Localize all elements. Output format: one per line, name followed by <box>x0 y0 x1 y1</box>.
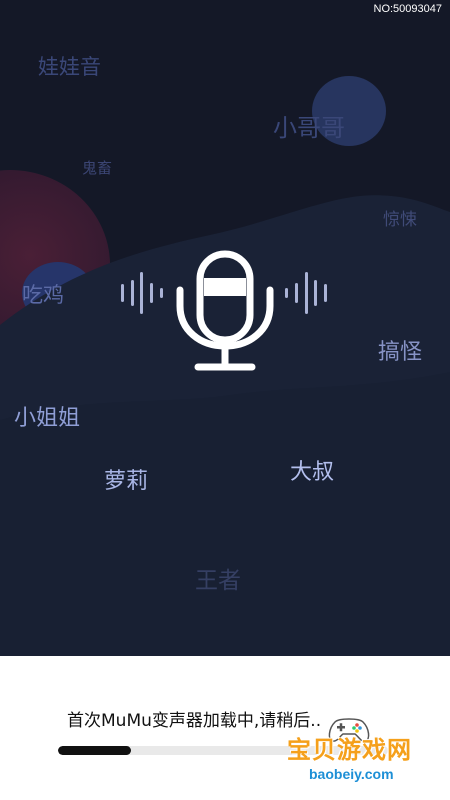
splash-background: NO:50093047 娃娃音 小哥哥 鬼畜 惊悚 吃鸡 搞怪 小姐姐 萝莉 大… <box>0 0 450 656</box>
voice-tag-funny: 搞怪 <box>378 340 423 365</box>
voice-tag-sister: 小姐姐 <box>14 406 81 431</box>
watermark-title: 宝贝游戏网 <box>287 736 412 764</box>
voice-tag-bro: 小哥哥 <box>273 114 345 142</box>
site-watermark: 宝贝游戏网 baobeiy.com <box>275 718 445 794</box>
voice-tag-baby: 娃娃音 <box>38 55 101 79</box>
voice-tag-chicken: 吃鸡 <box>22 283 64 307</box>
device-number-label: NO:50093047 <box>373 3 443 15</box>
sound-wave-left-icon <box>121 272 163 314</box>
voice-tag-ghost: 鬼畜 <box>82 159 113 177</box>
voice-tag-king: 王者 <box>195 568 241 594</box>
microphone-icon <box>118 248 332 372</box>
loading-panel: 首次MuMu变声器加载中,请稍后.. 宝贝游戏网 baobeiy.com <box>0 656 450 800</box>
watermark-url: baobeiy.com <box>309 766 394 782</box>
voice-tag-loli: 萝莉 <box>104 469 149 494</box>
loading-progress-fill <box>58 746 131 755</box>
voice-tag-thrill: 惊悚 <box>383 210 417 230</box>
voice-tag-uncle: 大叔 <box>290 460 335 485</box>
sound-wave-right-icon <box>285 272 327 314</box>
